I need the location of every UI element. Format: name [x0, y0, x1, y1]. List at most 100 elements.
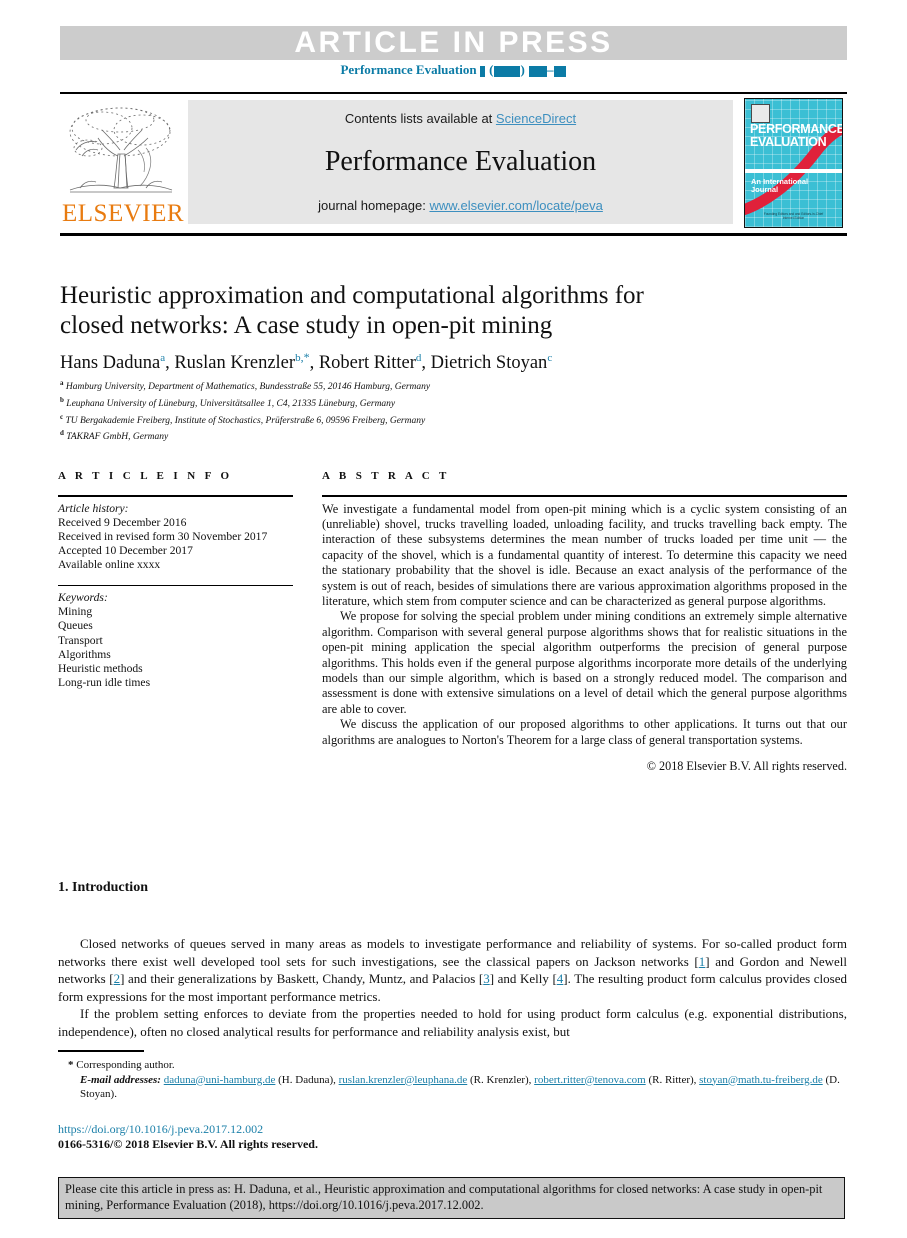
introduction-paragraph-1: Closed networks of queues served in many…	[58, 935, 847, 1005]
header-rule-top	[60, 92, 847, 94]
affiliation-b: b Leuphana University of Lüneburg, Unive…	[60, 394, 820, 411]
masthead-volume-placeholder: () –	[477, 62, 567, 77]
title-line-1: Heuristic approximation and computationa…	[60, 282, 644, 309]
author-3: Robert Ritterd	[318, 352, 422, 374]
corresponding-author-text: Corresponding author.	[76, 1059, 175, 1071]
cover-title-line1: PERFORMANCE	[750, 122, 843, 136]
article-history-accepted: Accepted 10 December 2017	[58, 544, 193, 558]
abstract-paragraph: We investigate a fundamental model from …	[322, 501, 847, 608]
introduction-body: Closed networks of queues served in many…	[58, 935, 847, 1041]
keywords-block: Keywords: Mining Queues Transport Algori…	[58, 586, 293, 690]
cover-white-band	[745, 169, 842, 173]
cover-subtitle: An International Journal	[751, 178, 831, 194]
cover-title-line2: EVALUATION	[750, 134, 827, 149]
corresponding-author-star: *	[68, 1059, 74, 1071]
keywords-label: Keywords:	[58, 591, 108, 605]
email-owner-daduna: (H. Daduna)	[278, 1073, 334, 1086]
affiliation-c-mark: c	[60, 412, 64, 421]
elsevier-logo: ELSEVIER	[62, 104, 185, 228]
affiliation-c: c TU Bergakademie Freiberg, Institute of…	[60, 411, 820, 428]
sciencedirect-band: Contents lists available at ScienceDirec…	[188, 100, 733, 224]
header-rule-bottom	[60, 233, 847, 236]
keyword-item: Algorithms	[58, 647, 111, 661]
elsevier-wordmark: ELSEVIER	[62, 200, 185, 227]
cover-title: PERFORMANCE EVALUATION	[750, 122, 843, 149]
affiliation-d: d TAKRAF GmbH, Germany	[60, 427, 820, 444]
abstract-body: We investigate a fundamental model from …	[322, 497, 847, 749]
corresponding-author-note: * Corresponding author.	[58, 1058, 847, 1073]
title-line-2: closed networks: A case study in open-pi…	[60, 312, 553, 339]
cover-publisher-badge	[751, 104, 770, 123]
email-link-daduna[interactable]: daduna@uni-hamburg.de	[164, 1074, 276, 1086]
footnote-block: * Corresponding author. E-mail addresses…	[58, 1058, 847, 1102]
article-history-revised: Received in revised form 30 November 201…	[58, 529, 268, 543]
article-history-label: Article history:	[58, 501, 129, 515]
author-3-affil-mark: d	[415, 352, 422, 364]
affiliation-list: a Hamburg University, Department of Math…	[60, 377, 820, 444]
author-4-affil-mark: c	[547, 352, 553, 364]
introduction-paragraph-2: If the problem setting enforces to devia…	[58, 1006, 847, 1039]
author-4-name: Dietrich Stoyan	[430, 353, 548, 374]
paper-page: ARTICLE IN PRESS Performance Evaluation …	[0, 0, 907, 1238]
page-title: Heuristic approximation and computationa…	[60, 281, 760, 341]
corresponding-author-mark: ,*	[300, 350, 310, 364]
email-owner-krenzler: (R. Krenzler)	[470, 1073, 529, 1086]
author-2: Ruslan Krenzlerb,*	[174, 350, 310, 374]
contents-list-prefix: Contents lists available at	[344, 111, 496, 126]
keyword-item: Transport	[58, 633, 103, 647]
author-list: Hans Dadunaa, Ruslan Krenzlerb,*, Robert…	[60, 350, 553, 374]
cite-article-box: Please cite this article in press as: H.…	[58, 1177, 845, 1219]
journal-cover-thumbnail: PERFORMANCE EVALUATION An International …	[744, 98, 843, 228]
intro-p1-part4: ] and Kelly [	[489, 971, 557, 987]
article-history-online: Available online xxxx	[58, 558, 161, 572]
email-addresses-label: E-mail addresses:	[80, 1073, 161, 1086]
keyword-item: Long-run idle times	[58, 676, 151, 690]
email-link-ritter[interactable]: robert.ritter@tenova.com	[534, 1074, 646, 1086]
journal-homepage-link[interactable]: www.elsevier.com/locate/peva	[429, 198, 602, 213]
keyword-item: Mining	[58, 605, 93, 619]
affiliation-a-text: Hamburg University, Department of Mathem…	[65, 382, 431, 393]
doi-link[interactable]: https://doi.org/10.1016/j.peva.2017.12.0…	[58, 1122, 263, 1136]
article-in-press-label: ARTICLE IN PRESS	[294, 26, 613, 59]
affiliation-d-mark: d	[60, 429, 64, 438]
affiliation-b-mark: b	[60, 395, 64, 404]
abstract-paragraph: We propose for solving the special probl…	[322, 609, 847, 716]
author-4: Dietrich Stoyanc	[430, 352, 553, 374]
contents-list-line: Contents lists available at ScienceDirec…	[188, 111, 733, 126]
issn-copyright-line: 0166-5316/© 2018 Elsevier B.V. All right…	[58, 1137, 318, 1151]
author-1: Hans Dadunaa	[60, 352, 166, 374]
journal-title: Performance Evaluation	[324, 146, 597, 177]
keyword-item: Queues	[58, 619, 93, 633]
cover-footer: Founding Editors and and Editors-in-Chie…	[745, 212, 842, 220]
author-1-affil-mark: a	[160, 352, 166, 364]
section-heading-introduction: 1. Introduction	[58, 880, 148, 895]
email-link-krenzler[interactable]: ruslan.krenzler@leuphana.de	[339, 1074, 468, 1086]
article-info-column: A R T I C L E I N F O Article history: R…	[58, 470, 293, 690]
doi-line[interactable]: https://doi.org/10.1016/j.peva.2017.12.0…	[58, 1122, 263, 1137]
author-2-name: Ruslan Krenzler	[174, 353, 296, 374]
intro-p1-part3: ] and their generalizations by Baskett, …	[120, 971, 484, 987]
affiliation-a-mark: a	[60, 379, 64, 387]
cover-subtitle-line2: Journal	[751, 185, 779, 194]
abstract-copyright: © 2018 Elsevier B.V. All rights reserved…	[646, 759, 847, 773]
journal-homepage-line: journal homepage: www.elsevier.com/locat…	[188, 198, 733, 213]
affiliation-a: a Hamburg University, Department of Math…	[60, 377, 820, 394]
sciencedirect-link[interactable]: ScienceDirect	[496, 111, 576, 126]
cover-footer-line2: Internet Edition	[782, 216, 805, 220]
abstract-heading: A B S T R A C T	[322, 470, 450, 482]
affiliation-b-text: Leuphana University of Lüneburg, Univers…	[66, 398, 396, 409]
email-owner-ritter: (R. Ritter)	[648, 1073, 694, 1086]
keyword-item: Heuristic methods	[58, 662, 143, 676]
affiliation-d-text: TAKRAF GmbH, Germany	[66, 432, 169, 443]
affiliation-c-text: TU Bergakademie Freiberg, Institute of S…	[65, 415, 426, 426]
journal-masthead: Performance Evaluation () –	[60, 62, 847, 78]
elsevier-tree-icon	[69, 107, 173, 193]
article-info-heading: A R T I C L E I N F O	[58, 470, 233, 482]
article-history-block: Article history: Received 9 December 201…	[58, 497, 293, 573]
article-history-received: Received 9 December 2016	[58, 515, 187, 529]
author-1-name: Hans Daduna	[60, 353, 161, 374]
author-3-name: Robert Ritter	[318, 353, 416, 374]
footnote-rule	[58, 1050, 144, 1052]
email-addresses-note: E-mail addresses: daduna@uni-hamburg.de …	[58, 1073, 847, 1102]
email-link-stoyan[interactable]: stoyan@math.tu-freiberg.de	[699, 1074, 823, 1086]
